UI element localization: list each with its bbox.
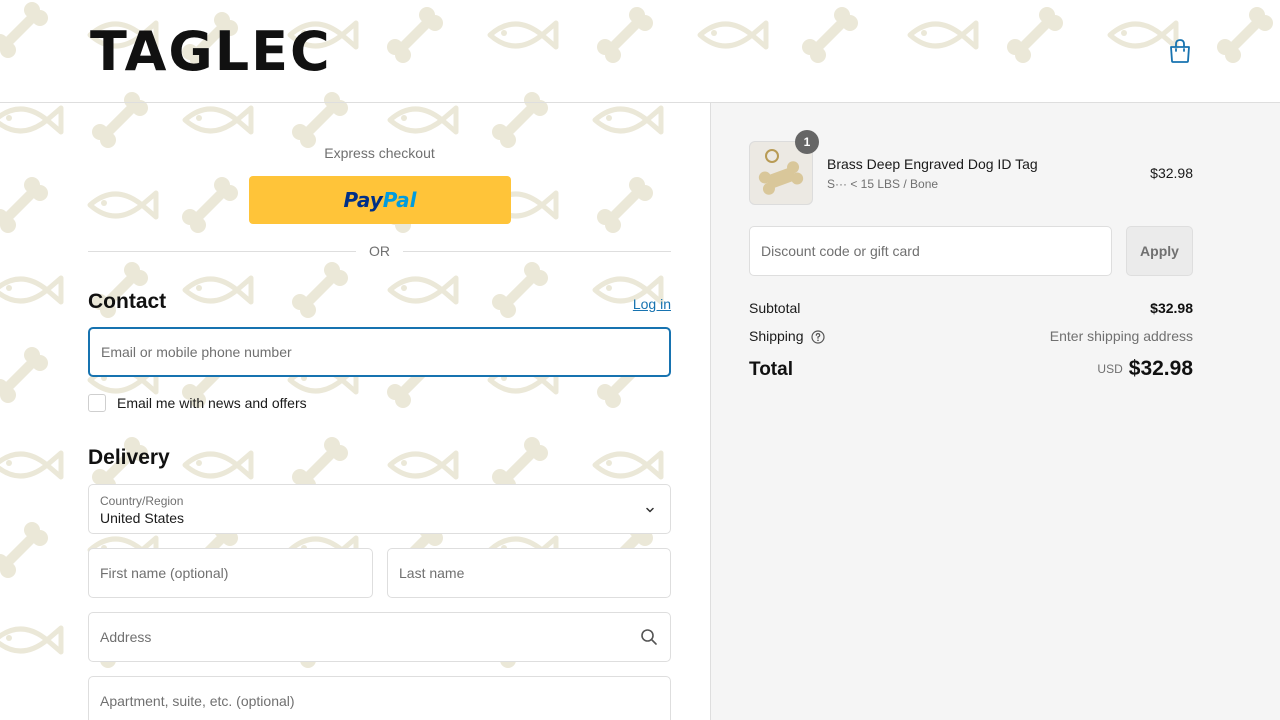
express-checkout-label: Express checkout [324, 145, 435, 161]
country-value: United States [100, 510, 185, 526]
help-circle-icon[interactable] [811, 330, 825, 344]
paypal-logo-pay: Pay [343, 188, 383, 212]
apartment-field [88, 676, 671, 720]
shipping-label: Shipping [749, 328, 804, 344]
total-amount: $32.98 [1128, 357, 1193, 380]
product-name: Brass Deep Engraved Dog ID Tag [827, 156, 1038, 172]
contact-heading: Contact [88, 290, 167, 313]
or-text: OR [369, 243, 390, 259]
paypal-logo-pal: Pal [382, 188, 417, 212]
apply-discount-button[interactable]: Apply [1126, 226, 1193, 276]
first-name-input[interactable] [89, 549, 372, 597]
newsletter-checkbox[interactable] [88, 394, 106, 412]
country-label: Country/Region [100, 494, 184, 508]
apartment-input[interactable] [89, 677, 670, 720]
search-icon [641, 629, 657, 645]
email-input[interactable] [90, 329, 669, 375]
address-input[interactable] [89, 613, 670, 661]
currency-code: USD [1097, 362, 1123, 376]
last-name-field [387, 548, 671, 598]
newsletter-label: Email me with news and offers [117, 395, 307, 411]
first-name-field [88, 548, 373, 598]
order-summary: 1 Brass Deep Engraved Dog ID Tag S··· < … [710, 103, 1280, 720]
total-value-row: USD $32.98 [993, 357, 1193, 381]
product-price: $32.98 [1150, 165, 1193, 181]
checkout-form: Express checkout Pay Pal OR Contact Log i… [0, 103, 710, 720]
discount-input[interactable] [750, 227, 1111, 275]
brand-logo[interactable]: TAGLEC [90, 24, 332, 80]
last-name-input[interactable] [388, 549, 670, 597]
login-link[interactable]: Log in [580, 296, 671, 312]
site-header: TAGLEC [0, 0, 1280, 103]
subtotal-label: Subtotal [749, 300, 801, 316]
shipping-value: Enter shipping address [1049, 328, 1193, 344]
shipping-label-row: Shipping [749, 328, 825, 344]
quantity-badge: 1 [795, 130, 819, 154]
product-variant: S··· < 15 LBS / Bone [827, 177, 939, 191]
country-select[interactable]: Country/Region United States [88, 484, 671, 534]
delivery-heading: Delivery [88, 446, 170, 469]
subtotal-value: $32.98 [1150, 300, 1193, 316]
paypal-button[interactable]: Pay Pal [249, 176, 511, 224]
newsletter-row: Email me with news and offers [88, 393, 307, 413]
shopping-bag-icon[interactable] [1168, 38, 1192, 64]
or-divider: OR [88, 243, 671, 261]
address-field [88, 612, 671, 662]
chevron-down-icon [646, 507, 654, 513]
total-label: Total [749, 359, 793, 380]
discount-field [749, 226, 1112, 276]
email-field [88, 327, 671, 377]
